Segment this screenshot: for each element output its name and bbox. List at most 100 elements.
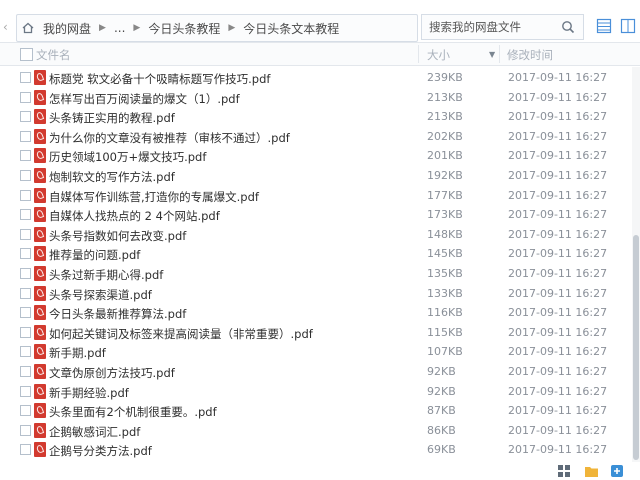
file-name[interactable]: 为什么你的文章没有被推荐（审核不通过）.pdf [49,130,290,146]
file-row[interactable]: 企鹅号分类方法.pdf 69KB 2017-09-11 16:27 [0,440,632,460]
breadcrumb-item-current[interactable]: 今日头条文本教程 [237,20,345,37]
file-row[interactable]: 为什么你的文章没有被推荐（审核不通过）.pdf 202KB 2017-09-11 1… [0,127,632,147]
row-checkbox[interactable] [20,366,31,377]
file-row[interactable]: 自媒体写作训练营,打造你的专属爆文.pdf 177KB 2017-09-11 16:… [0,186,632,206]
toolbar: ‹ 我的网盘 ▶ ... ▶ 今日头条教程 ▶ 今日头条文本教程 [0,0,640,42]
file-name[interactable]: 企鹅号分类方法.pdf [49,443,152,459]
pdf-file-icon [34,422,46,438]
file-row[interactable]: 新手期.pdf 107KB 2017-09-11 16:27 [0,342,632,362]
scrollbar[interactable] [632,67,640,462]
pdf-file-icon [34,89,46,105]
row-checkbox[interactable] [20,72,31,83]
row-checkbox[interactable] [20,326,31,338]
file-name[interactable]: 自媒体人找热点的 2 4个网站.pdf [49,208,220,224]
row-checkbox[interactable] [20,424,31,436]
row-checkbox[interactable] [20,130,31,142]
row-checkbox[interactable] [20,385,31,397]
row-checkbox[interactable] [20,268,31,279]
file-row[interactable]: 炮制软文的写作方法.pdf 192KB 2017-09-11 16:27 [0,166,632,186]
file-name[interactable]: 头条号指数如何去改变.pdf [49,228,186,244]
file-row[interactable]: 如何起关键词及标签来提高阅读量（非常重要）.pdf 115KB 2017-09-11… [0,323,632,343]
file-name[interactable]: 怎样写出百万阅读量的爆文（1）.pdf [49,91,240,107]
file-modified-time: 2017-09-11 16:27 [508,247,608,261]
file-row[interactable]: 文章伪原创方法技巧.pdf 92KB 2017-09-11 16:27 [0,362,632,382]
file-modified-time: 2017-09-11 16:27 [508,188,608,202]
pdf-file-icon [34,226,46,242]
sort-down-icon[interactable]: ▼ [489,50,495,59]
file-list: 标题党 软文必备十个吸睛标题写作技巧.pdf 239KB 2017-09-11 16… [0,67,632,462]
file-row[interactable]: 标题党 软文必备十个吸睛标题写作技巧.pdf 239KB 2017-09-11 16… [0,68,632,88]
column-modified-header[interactable]: 修改时间 [507,47,553,63]
file-modified-time: 2017-09-11 16:27 [508,208,608,222]
pdf-file-icon [34,266,46,281]
folder-icon[interactable] [584,464,599,478]
file-name[interactable]: 头条里面有2个机制很重要。.pdf [49,404,217,420]
file-row[interactable]: 怎样写出百万阅读量的爆文（1）.pdf 213KB 2017-09-11 16:27 [0,88,632,108]
chevron-right-icon: ▶ [228,23,236,33]
row-checkbox[interactable] [20,444,31,456]
file-row[interactable]: 头条过新手期心得.pdf 135KB 2017-09-11 16:27 [0,264,632,284]
row-checkbox[interactable] [20,111,31,123]
grid-icon[interactable] [557,464,571,478]
breadcrumb-item-root[interactable]: 我的网盘 [37,20,97,37]
search-icon[interactable] [561,20,575,34]
detail-view-icon[interactable] [620,18,636,34]
row-checkbox[interactable] [20,248,31,260]
row-checkbox[interactable] [20,189,31,201]
file-row[interactable]: 头条里面有2个机制很重要。.pdf 87KB 2017-09-11 16:27 [0,401,632,421]
row-checkbox[interactable] [20,405,31,417]
pdf-file-icon [34,383,46,399]
column-size-header[interactable]: 大小 [427,47,450,63]
row-checkbox[interactable] [20,307,31,319]
app-icon[interactable] [610,464,624,478]
row-checkbox[interactable] [20,170,31,181]
file-modified-time: 2017-09-11 16:27 [508,404,608,418]
file-row[interactable]: 今日头条最新推荐算法.pdf 116KB 2017-09-11 16:27 [0,303,632,323]
file-row[interactable]: 头条号探索渠道.pdf 133KB 2017-09-11 16:27 [0,284,632,304]
row-checkbox[interactable] [20,346,31,358]
row-checkbox[interactable] [20,150,31,162]
file-size: 87KB [427,404,456,418]
pdf-file-icon [34,344,46,360]
row-checkbox[interactable] [20,228,31,240]
file-row[interactable]: 自媒体人找热点的 2 4个网站.pdf 173KB 2017-09-11 16:27 [0,205,632,225]
column-divider [499,45,500,63]
file-name[interactable]: 头条铸正实用的教程.pdf [49,110,175,126]
file-name[interactable]: 新手期经验.pdf [49,385,129,401]
file-row[interactable]: 新手期经验.pdf 92KB 2017-09-11 16:27 [0,382,632,402]
home-icon[interactable] [21,21,35,35]
file-name[interactable]: 今日头条最新推荐算法.pdf [49,306,186,322]
file-name[interactable]: 如何起关键词及标签来提高阅读量（非常重要）.pdf [49,326,313,342]
column-header: 文件名 大小 ▼ 修改时间 [0,42,640,66]
list-view-icon[interactable] [596,18,612,34]
file-row[interactable]: 头条号指数如何去改变.pdf 148KB 2017-09-11 16:27 [0,225,632,245]
row-checkbox[interactable] [20,91,31,103]
status-bar [0,462,640,480]
file-name[interactable]: 自媒体写作训练营,打造你的专属爆文.pdf [49,189,259,205]
file-name[interactable]: 标题党 软文必备十个吸睛标题写作技巧.pdf [49,71,270,87]
file-row[interactable]: 历史领域100万+爆文技巧.pdf 201KB 2017-09-11 16:27 [0,146,632,166]
file-size: 115KB [427,325,463,339]
file-row[interactable]: 企鹅敏感词汇.pdf 86KB 2017-09-11 16:27 [0,421,632,441]
scrollbar-thumb[interactable] [633,235,639,460]
file-name[interactable]: 企鹅敏感词汇.pdf [49,424,140,440]
file-row[interactable]: 头条铸正实用的教程.pdf 213KB 2017-09-11 16:27 [0,107,632,127]
column-divider [418,45,419,63]
file-name[interactable]: 新手期.pdf [49,345,106,361]
file-name[interactable]: 头条号探索渠道.pdf [49,287,152,303]
file-row[interactable]: 推荐量的问题.pdf 145KB 2017-09-11 16:27 [0,244,632,264]
row-checkbox[interactable] [20,209,31,221]
file-name[interactable]: 头条过新手期心得.pdf [49,267,163,283]
back-icon[interactable]: ‹ [3,21,15,33]
breadcrumb-item-parent[interactable]: 今日头条教程 [142,20,226,37]
file-name[interactable]: 文章伪原创方法技巧.pdf [49,365,175,381]
file-name[interactable]: 历史领域100万+爆文技巧.pdf [49,149,206,165]
breadcrumb-item-ellipsis[interactable]: ... [108,21,131,35]
row-checkbox[interactable] [20,287,31,299]
select-all-checkbox[interactable] [20,48,33,61]
file-name[interactable]: 推荐量的问题.pdf [49,247,140,263]
pdf-file-icon [34,305,46,321]
column-name-header[interactable]: 文件名 [36,47,71,63]
search-input[interactable] [422,15,559,39]
file-name[interactable]: 炮制软文的写作方法.pdf [49,169,175,185]
